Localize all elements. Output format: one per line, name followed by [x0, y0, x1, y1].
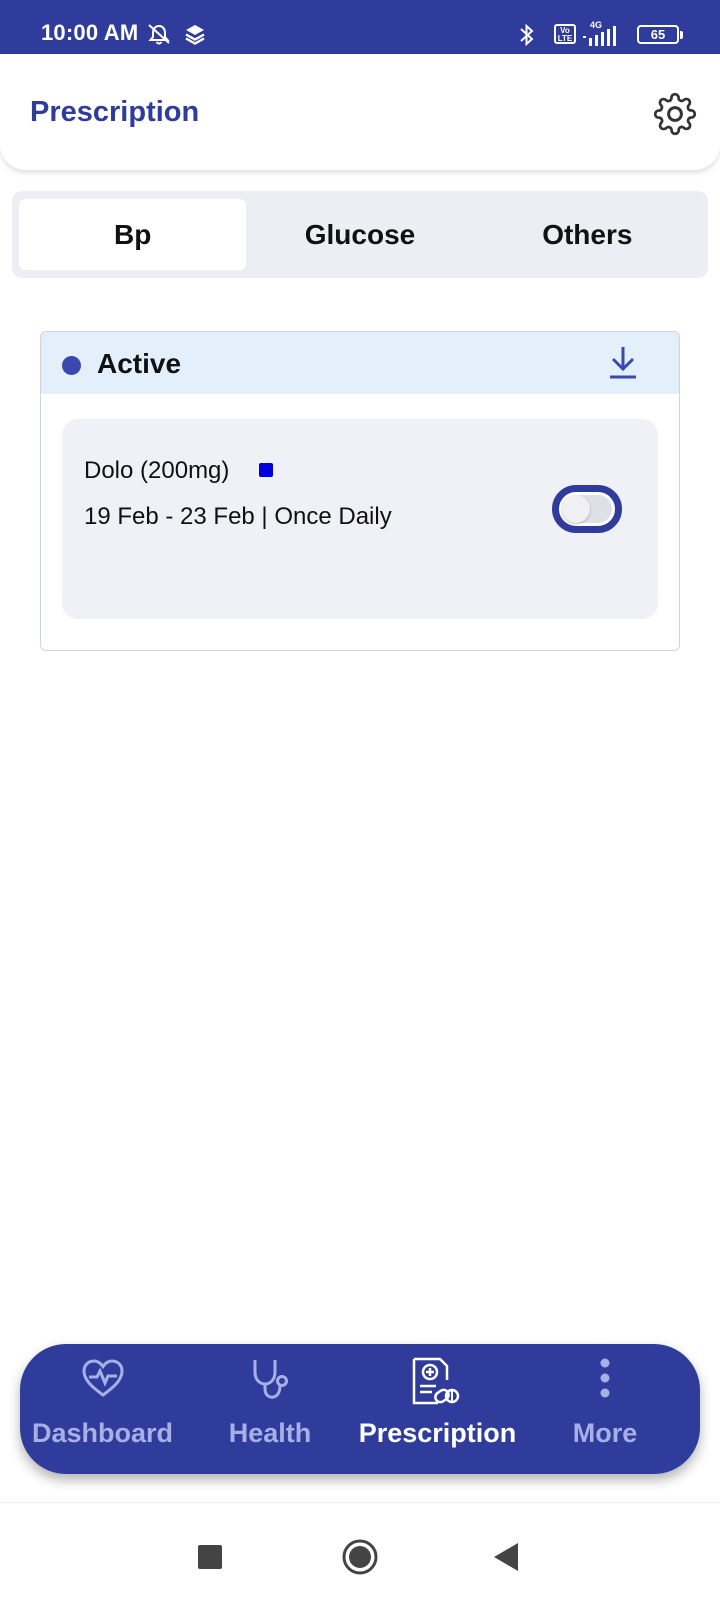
medication-toggle[interactable]: [552, 485, 622, 533]
nav-item-prescription[interactable]: Prescription: [350, 1344, 525, 1474]
nav-label-prescription: Prescription: [358, 1418, 517, 1448]
recents-icon[interactable]: [198, 1545, 222, 1569]
gear-icon[interactable]: [651, 90, 699, 138]
active-dot: [62, 356, 81, 375]
nav-item-dashboard[interactable]: Dashboard: [30, 1344, 175, 1474]
app-header: Prescription: [0, 54, 720, 170]
back-icon[interactable]: [494, 1543, 518, 1571]
volte-icon: Vo LTE: [554, 24, 576, 44]
tab-glucose[interactable]: Glucose: [246, 199, 473, 270]
medication-name: Dolo (200mg): [84, 457, 230, 484]
medication-item[interactable]: Dolo (200mg) 19 Feb - 23 Feb | Once Dail…: [62, 419, 658, 619]
nav-label-health: Health: [228, 1418, 312, 1448]
bluetooth-icon: [520, 23, 534, 47]
stethoscope-icon: [253, 1360, 288, 1399]
download-icon[interactable]: [607, 344, 639, 380]
heart-pulse-icon: [82, 1359, 124, 1397]
page-title: Prescription: [30, 96, 200, 128]
tab-others[interactable]: Others: [474, 199, 701, 270]
battery-icon: 65: [637, 25, 679, 44]
battery-tip: [680, 31, 683, 39]
system-navigation-bar: [0, 1502, 720, 1600]
alarm-off-icon: [148, 24, 170, 45]
nav-item-more[interactable]: More: [550, 1344, 660, 1474]
active-section-header: Active: [41, 332, 679, 394]
signal-icon: [583, 26, 616, 46]
bottom-navigation: Dashboard Health Prescription More: [20, 1344, 700, 1474]
layers-icon: [185, 25, 205, 45]
active-section-label: Active: [97, 348, 182, 379]
nav-label-dashboard: Dashboard: [31, 1418, 174, 1448]
medication-schedule: 19 Feb - 23 Feb | Once Daily: [84, 503, 392, 530]
nav-label-more: More: [572, 1418, 638, 1448]
category-tabs: Bp Glucose Others: [12, 191, 708, 278]
status-bar: 10:00 AM Vo LTE 4G 65: [0, 0, 720, 54]
medication-color-marker: [259, 463, 273, 477]
more-vertical-icon: [600, 1358, 610, 1398]
home-icon[interactable]: [341, 1538, 379, 1576]
tab-bp[interactable]: Bp: [19, 199, 247, 270]
nav-item-health[interactable]: Health: [210, 1344, 330, 1474]
toggle-knob: [562, 495, 590, 523]
prescription-icon: [412, 1357, 460, 1405]
status-time: 10:00 AM: [41, 20, 139, 45]
active-prescriptions-card: Active Dolo (200mg) 19 Feb - 23 Feb | On…: [40, 331, 680, 651]
